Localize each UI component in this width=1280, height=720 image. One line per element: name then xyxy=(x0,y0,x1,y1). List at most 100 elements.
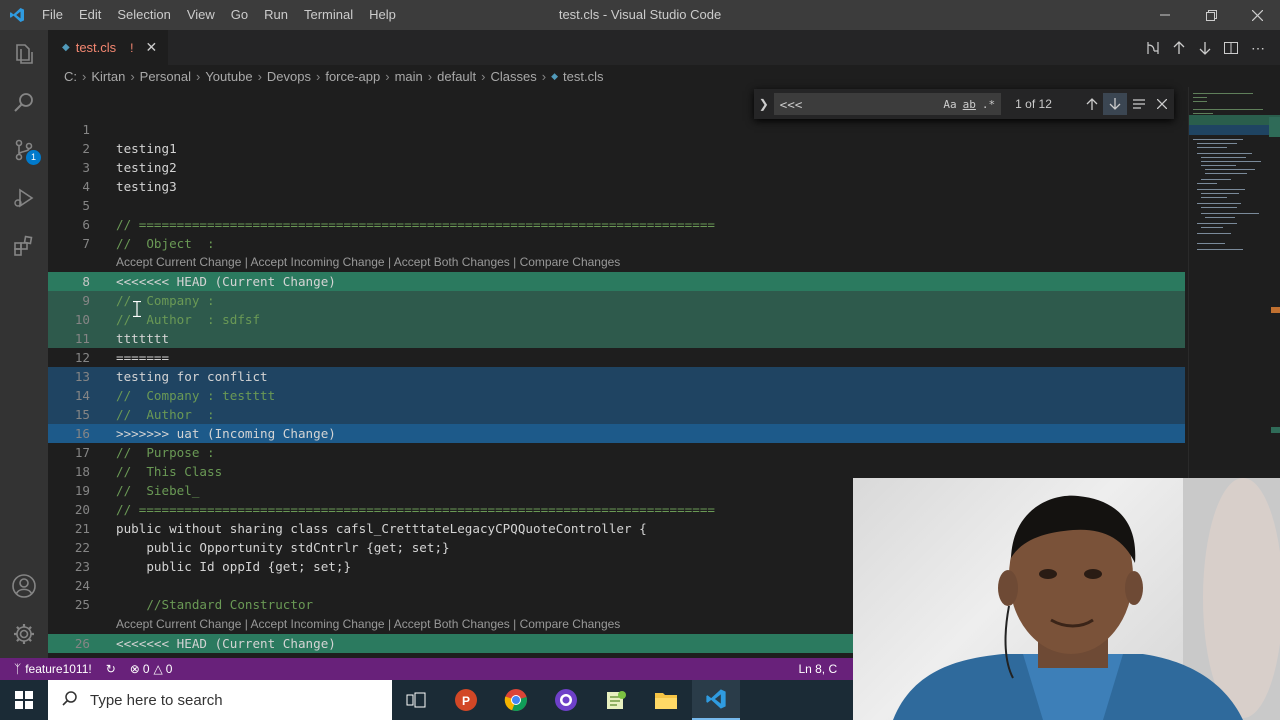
code-comment: // Company : xyxy=(116,293,215,308)
line-number: 19 xyxy=(74,483,90,498)
close-window-button[interactable] xyxy=(1234,0,1280,30)
menu-terminal[interactable]: Terminal xyxy=(296,0,361,30)
find-in-selection-icon[interactable] xyxy=(1127,93,1151,115)
regex-toggle[interactable]: .* xyxy=(982,98,995,111)
search-icon[interactable] xyxy=(0,78,48,126)
code-line-current: 10// Author : sdfsf xyxy=(48,310,1185,329)
merge-codelens[interactable]: Accept Current Change | Accept Incoming … xyxy=(116,253,620,272)
code-line-current: 11 ttttttt xyxy=(48,329,1185,348)
task-view-icon[interactable] xyxy=(392,680,440,720)
line-number: 7 xyxy=(82,236,90,251)
split-editor-icon[interactable] xyxy=(1221,38,1241,58)
code-text: public Opportunity stdCntrlr {get; set;} xyxy=(116,540,450,555)
line-number: 4 xyxy=(82,179,90,194)
merge-codelens[interactable]: Accept Current Change | Accept Incoming … xyxy=(116,615,620,634)
menu-view[interactable]: View xyxy=(179,0,223,30)
code-text: <<<<<<< HEAD (Current Change) xyxy=(116,636,336,651)
extensions-icon[interactable] xyxy=(0,222,48,270)
github-desktop-icon[interactable] xyxy=(542,680,590,720)
breadcrumb-item[interactable]: test.cls xyxy=(563,69,603,84)
breadcrumb-item[interactable]: Classes xyxy=(491,69,537,84)
line-number: 3 xyxy=(82,160,90,175)
breadcrumb-item[interactable]: Devops xyxy=(267,69,311,84)
git-branch[interactable]: feature1011! xyxy=(25,662,92,676)
sync-icon[interactable]: ↻ xyxy=(106,662,116,676)
next-match-arrow-down-icon[interactable] xyxy=(1103,93,1127,115)
warning-icon[interactable]: △ xyxy=(154,662,163,676)
breadcrumb-item[interactable]: force-app xyxy=(325,69,380,84)
settings-gear-icon[interactable] xyxy=(0,610,48,658)
taskbar-search-box[interactable]: Type here to search xyxy=(48,680,392,720)
chrome-icon[interactable] xyxy=(492,680,540,720)
run-debug-icon[interactable] xyxy=(0,174,48,222)
menu-edit[interactable]: Edit xyxy=(71,0,109,30)
code-line-incoming: 14 // Company : testttt xyxy=(48,386,1185,405)
menu-selection[interactable]: Selection xyxy=(109,0,178,30)
menu-go[interactable]: Go xyxy=(223,0,256,30)
code-comment: // This Class xyxy=(116,464,223,479)
account-icon[interactable] xyxy=(0,562,48,610)
restore-button[interactable] xyxy=(1188,0,1234,30)
notepad-plus-plus-icon[interactable] xyxy=(592,680,640,720)
tab-test-cls[interactable]: ◆ test.cls ! ✕ xyxy=(48,30,168,65)
svg-text:P: P xyxy=(462,694,470,708)
error-icon[interactable]: ⊗ xyxy=(130,662,140,676)
tab-close-icon[interactable]: ✕ xyxy=(146,39,158,56)
match-whole-word-toggle[interactable]: ab xyxy=(963,98,976,111)
code-line: 6 // ====================================… xyxy=(48,215,1185,234)
menu-file[interactable]: File xyxy=(34,0,71,30)
next-change-arrow-down-icon[interactable] xyxy=(1195,38,1215,58)
file-explorer-icon[interactable] xyxy=(642,680,690,720)
breadcrumb-item[interactable]: Kirtan xyxy=(91,69,125,84)
breadcrumb-item[interactable]: default xyxy=(437,69,476,84)
line-number: 5 xyxy=(82,198,90,213)
breadcrumb-item[interactable]: main xyxy=(395,69,423,84)
powerpoint-icon[interactable]: P xyxy=(442,680,490,720)
line-number: 14 xyxy=(74,388,90,403)
cursor-position[interactable]: Ln 8, C xyxy=(798,662,837,676)
breadcrumb-chevron-icon: › xyxy=(130,68,135,84)
find-input[interactable]: <<< Aa ab .* xyxy=(773,93,1002,115)
line-number: 24 xyxy=(74,578,90,593)
breadcrumb-item[interactable]: Youtube xyxy=(205,69,252,84)
previous-change-arrow-up-icon[interactable] xyxy=(1169,38,1189,58)
menu-run[interactable]: Run xyxy=(256,0,296,30)
explorer-icon[interactable] xyxy=(0,30,48,78)
source-control-icon[interactable]: 1 xyxy=(0,126,48,174)
code-line: 4 testing3 xyxy=(48,177,1185,196)
breadcrumb-item[interactable]: Personal xyxy=(140,69,191,84)
match-case-toggle[interactable]: Aa xyxy=(943,98,956,111)
code-comment: // Object : xyxy=(116,236,215,251)
conflict-current-header: 8 <<<<<<< HEAD (Current Change) xyxy=(48,272,1185,291)
toggle-replace-chevron-icon[interactable]: ❯ xyxy=(754,97,774,111)
open-changes-icon[interactable] xyxy=(1143,38,1163,58)
code-text: ttttttt xyxy=(116,331,170,346)
close-find-icon[interactable] xyxy=(1150,93,1174,115)
code-text: testing3 xyxy=(116,179,177,194)
breadcrumb-chevron-icon: › xyxy=(541,68,547,84)
scm-count-badge: 1 xyxy=(26,150,41,165)
breadcrumb-chevron-icon: › xyxy=(315,68,321,84)
apex-file-icon: ◆ xyxy=(62,42,70,53)
line-number: 21 xyxy=(74,521,90,536)
previous-match-arrow-up-icon[interactable] xyxy=(1080,93,1104,115)
code-line-incoming: 15 // Author : xyxy=(48,405,1185,424)
vscode-taskbar-icon[interactable] xyxy=(692,680,740,720)
conflict-separator: 12 ======= xyxy=(48,348,1185,367)
code-comment: // Company : testttt xyxy=(116,388,276,403)
windows-start-icon[interactable] xyxy=(0,680,48,720)
line-number: 6 xyxy=(82,217,90,232)
line-number: 22 xyxy=(74,540,90,555)
tab-modified-marker: ! xyxy=(130,40,134,55)
code-comment: // Purpose : xyxy=(116,445,215,460)
code-line-current: 9 // Company : xyxy=(48,291,1185,310)
title-bar: File Edit Selection View Go Run Terminal… xyxy=(0,0,1280,30)
menu-bar: File Edit Selection View Go Run Terminal… xyxy=(34,0,404,30)
breadcrumb-item[interactable]: C: xyxy=(64,69,77,84)
code-comment: // Siebel_ xyxy=(116,483,200,498)
more-actions-icon[interactable]: ⋯ xyxy=(1248,38,1268,58)
breadcrumb-chevron-icon: › xyxy=(257,68,262,84)
minimize-button[interactable] xyxy=(1142,0,1188,30)
menu-help[interactable]: Help xyxy=(361,0,404,30)
find-widget: ❯ <<< Aa ab .* 1 of 12 xyxy=(754,89,1174,119)
